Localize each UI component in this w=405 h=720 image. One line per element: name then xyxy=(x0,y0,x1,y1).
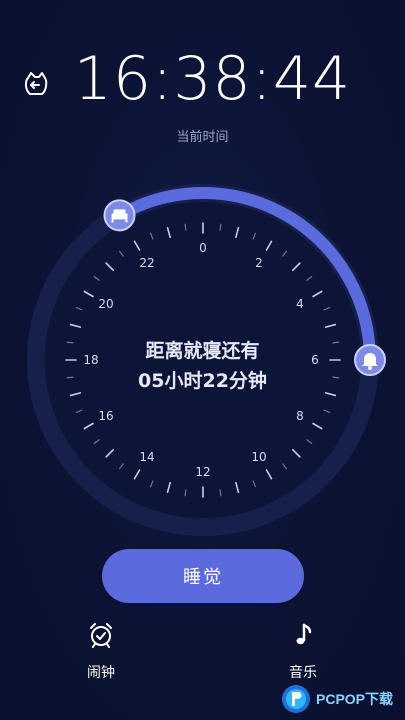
nav-music[interactable]: 音乐 xyxy=(273,622,333,688)
dial-hour-label: 20 xyxy=(98,297,113,311)
dial-tick xyxy=(219,223,222,231)
dial-hour-label: 12 xyxy=(195,465,210,479)
nav-alarm[interactable]: 闹钟 xyxy=(71,622,131,688)
dial-hour-label: 2 xyxy=(255,256,263,270)
dial-hour-label: 10 xyxy=(251,450,266,464)
dial-hour-label: 0 xyxy=(199,241,207,255)
dial-hour-label: 22 xyxy=(139,256,154,270)
dial-hour-label: 14 xyxy=(139,450,154,464)
nav-alarm-label: 闹钟 xyxy=(87,665,115,681)
alarm-clock-icon xyxy=(90,623,112,648)
time-until-bed-label: 距离就寝还有 xyxy=(145,340,260,362)
time-until-bed: 距离就寝还有 05小时22分钟 xyxy=(0,336,405,396)
dial-hour-label: 16 xyxy=(98,409,113,423)
dial-hour-label: 4 xyxy=(296,297,304,311)
dial-hour-label: 8 xyxy=(296,409,304,423)
sleep-screen: 16:38:44 当前时间 0 2 4 6 8 10 12 14 16 18 20 22 距离就寝还有 xyxy=(0,0,405,720)
watermark-text: PCPOP下载 xyxy=(316,691,394,707)
nav-music-label: 音乐 xyxy=(289,665,317,681)
watermark: PCPOP下载 xyxy=(280,683,393,715)
dial-tick xyxy=(184,223,187,231)
current-time-caption: 当前时间 xyxy=(176,130,229,145)
bedtime-handle[interactable] xyxy=(103,199,136,232)
music-note-icon xyxy=(296,623,312,645)
pcpop-logo xyxy=(282,685,310,713)
time-until-bed-value: 05小时22分钟 xyxy=(138,370,267,392)
dial-tick xyxy=(219,489,222,497)
dial-tick xyxy=(184,489,187,497)
sleep-button[interactable]: 睡觉 xyxy=(102,549,304,603)
current-time: 16:38:44 xyxy=(73,44,352,114)
